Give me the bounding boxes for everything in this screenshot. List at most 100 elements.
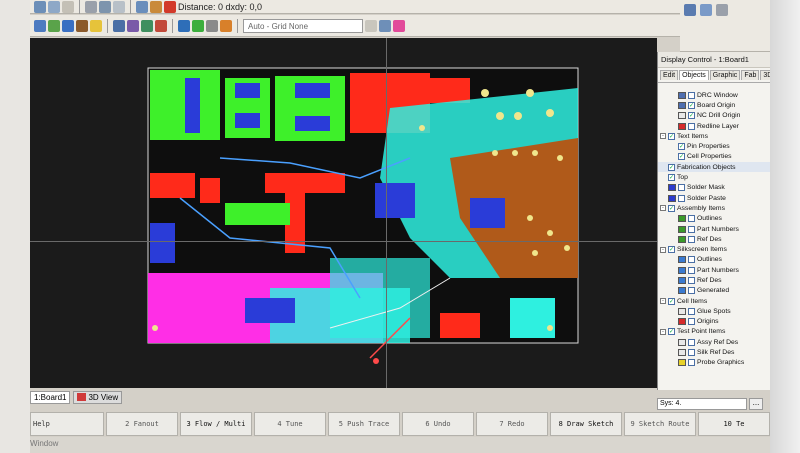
move-icon[interactable] [136, 0, 148, 13]
tree-row[interactable]: ✓ Board Origin [658, 100, 770, 110]
tree-row[interactable]: Redline Layer [658, 121, 770, 131]
visibility-checkbox[interactable] [688, 266, 695, 274]
fanout-icon[interactable] [48, 19, 60, 32]
tree-row[interactable]: - ✓ Assembly Items [658, 203, 770, 213]
placement-icon[interactable] [113, 19, 125, 32]
expand-toggle-icon[interactable]: - [660, 298, 666, 305]
pcb-canvas[interactable] [30, 38, 657, 388]
expand-toggle-icon[interactable]: - [660, 246, 666, 253]
tab-graphic[interactable]: Graphic [709, 70, 741, 80]
cell-icon[interactable] [127, 19, 139, 32]
grid-icon[interactable] [206, 19, 218, 32]
window-icon[interactable] [684, 4, 696, 16]
tree-row[interactable]: - ✓ Cell Items [658, 296, 770, 306]
visibility-checkbox[interactable]: ✓ [678, 143, 685, 151]
via-icon[interactable] [34, 19, 46, 32]
tab-fab[interactable]: Fab [741, 70, 760, 80]
settings-icon[interactable] [379, 19, 391, 32]
tree-row[interactable]: - ✓ Silkscreen Items [658, 244, 770, 254]
visibility-checkbox[interactable]: ✓ [668, 174, 675, 182]
fkey-tune[interactable]: 4 Tune [254, 412, 326, 436]
measure-icon[interactable] [220, 19, 232, 32]
visibility-checkbox[interactable] [688, 287, 695, 295]
tree-row[interactable]: Outlines [658, 255, 770, 265]
tab-edit[interactable]: Edit [660, 70, 679, 80]
visibility-checkbox[interactable] [688, 235, 695, 243]
chevron-down-icon[interactable] [365, 19, 377, 32]
drc-icon[interactable] [155, 19, 167, 32]
tree-row[interactable]: Ref Des [658, 234, 770, 244]
text-tool-icon[interactable] [62, 0, 74, 13]
color-swatch[interactable] [668, 194, 676, 202]
tree-row[interactable]: Outlines [658, 214, 770, 224]
expand-toggle-icon[interactable]: - [660, 133, 666, 140]
tree-row[interactable]: ✓ Top [658, 172, 770, 182]
color-swatch[interactable] [678, 225, 686, 233]
visibility-checkbox[interactable] [688, 318, 695, 326]
fkey-sketch-route[interactable]: 9 Sketch Route [624, 412, 696, 436]
color-swatch[interactable] [678, 318, 686, 326]
color-swatch[interactable] [678, 112, 686, 120]
tree-row[interactable]: - ✓ Text Items [658, 131, 770, 141]
fkey-redo[interactable]: 7 Redo [476, 412, 548, 436]
grid-combo[interactable]: Auto - Grid None [243, 18, 363, 33]
tree-row[interactable]: Origins [658, 317, 770, 327]
tree-row[interactable]: Part Numbers [658, 224, 770, 234]
tree-row[interactable]: ✓ Fabrication Objects [658, 162, 770, 173]
tree-row[interactable]: Ref Des [658, 275, 770, 285]
layers-toggle-icon[interactable] [393, 19, 405, 32]
fkey-undo[interactable]: 6 Undo [402, 412, 474, 436]
fkey-flow-multi[interactable]: 3 Flow / Multi [180, 412, 252, 436]
visibility-checkbox[interactable]: ✓ [668, 297, 675, 305]
highlight-icon[interactable] [90, 19, 102, 32]
tree-row[interactable]: Part Numbers [658, 265, 770, 275]
tree-row[interactable]: Probe Graphics [658, 358, 770, 368]
color-swatch[interactable] [678, 287, 686, 295]
tree-row[interactable]: Glue Spots [658, 306, 770, 316]
visibility-checkbox[interactable]: ✓ [668, 132, 675, 140]
visibility-checkbox[interactable] [688, 338, 695, 346]
delete-icon[interactable] [164, 0, 176, 13]
tab-objects[interactable]: Objects [679, 70, 709, 80]
tree-row[interactable]: ✓ Cell Properties [658, 152, 770, 162]
visibility-checkbox[interactable] [688, 349, 695, 357]
visibility-checkbox[interactable] [688, 215, 695, 223]
tree-row[interactable]: Silk Ref Des [658, 347, 770, 357]
tile-icon[interactable] [716, 4, 728, 16]
expand-toggle-icon[interactable]: - [660, 328, 666, 335]
visibility-checkbox[interactable] [678, 194, 685, 202]
fkey-draw-sketch[interactable]: 8 Draw Sketch [550, 412, 622, 436]
route-icon[interactable] [150, 0, 162, 13]
color-swatch[interactable] [678, 359, 686, 367]
panel-icon[interactable] [700, 4, 712, 16]
visibility-checkbox[interactable] [688, 359, 695, 367]
tree-row[interactable]: ✓ NC Drill Origin [658, 111, 770, 121]
visibility-checkbox[interactable]: ✓ [678, 153, 685, 161]
plane-icon[interactable] [62, 19, 74, 32]
tree-row[interactable]: - ✓ Test Point Items [658, 327, 770, 337]
tree-row[interactable]: Solder Paste [658, 193, 770, 203]
fkey-ten[interactable]: 10 Te [698, 412, 770, 436]
trace-icon[interactable] [76, 19, 88, 32]
zoom-icon[interactable] [178, 19, 190, 32]
visibility-checkbox[interactable]: ✓ [688, 101, 695, 109]
color-swatch[interactable] [678, 91, 686, 99]
visibility-checkbox[interactable] [688, 256, 695, 264]
visibility-checkbox[interactable] [688, 122, 695, 130]
fkey-push-trace[interactable]: 5 Push Trace [328, 412, 400, 436]
tab-board1[interactable]: 1:Board1 [30, 390, 71, 404]
tree-row[interactable]: Solder Mask [658, 183, 770, 193]
net-icon[interactable] [141, 19, 153, 32]
expand-toggle-icon[interactable]: - [660, 205, 666, 212]
sys-more-button[interactable]: ... [749, 398, 763, 410]
visibility-checkbox[interactable]: ✓ [668, 328, 675, 336]
rectangle-icon[interactable] [99, 0, 111, 13]
color-swatch[interactable] [678, 276, 686, 284]
color-swatch[interactable] [678, 349, 686, 357]
layer-icon[interactable] [192, 19, 204, 32]
sys-combo[interactable]: Sys: 4. [657, 398, 747, 410]
color-swatch[interactable] [668, 184, 676, 192]
visibility-checkbox[interactable] [688, 307, 695, 315]
tree-row[interactable]: Generated [658, 286, 770, 296]
visibility-checkbox[interactable]: ✓ [688, 112, 695, 120]
